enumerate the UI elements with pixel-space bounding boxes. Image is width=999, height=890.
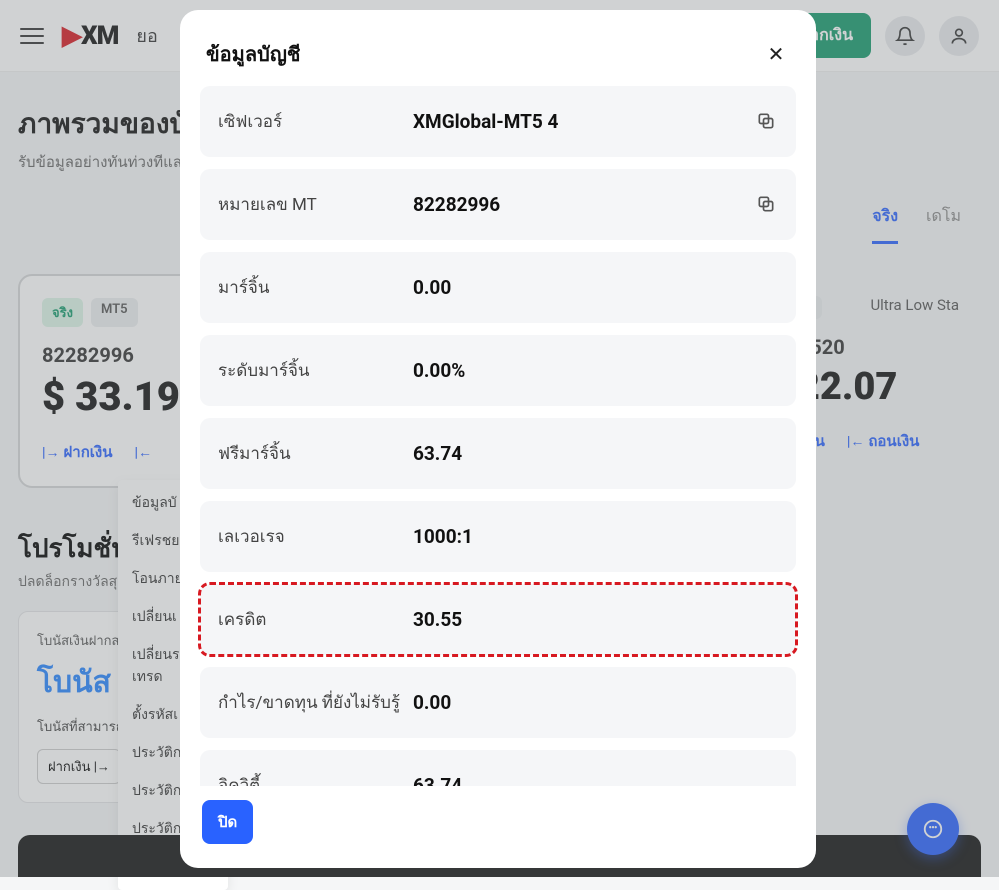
info-row: หมายเลข MT82282996 — [200, 169, 796, 240]
account-info-modal: ข้อมูลบัญชี ✕ เซิฟเวอร์XMGlobal-MT5 4 หมา… — [180, 10, 816, 868]
info-value: 0.00% — [413, 359, 465, 382]
info-value: XMGlobal-MT5 4 — [413, 110, 558, 133]
info-value: 0.00 — [413, 691, 451, 714]
info-row: เครดิต30.55 — [200, 584, 796, 655]
copy-icon[interactable] — [756, 111, 778, 133]
info-label: กำไร/ขาดทุน ที่ยังไม่รับรู้ — [218, 689, 413, 716]
info-label: หมายเลข MT — [218, 191, 413, 218]
close-button[interactable]: ปิด — [202, 800, 253, 844]
info-label: ระดับมาร์จิ้น — [218, 357, 413, 384]
info-label: อิควิตี้ — [218, 772, 413, 786]
info-row: ฟรีมาร์จิ้น63.74 — [200, 418, 796, 489]
info-value: 82282996 — [413, 193, 500, 216]
info-label: มาร์จิ้น — [218, 274, 413, 301]
info-label: เลเวอเรจ — [218, 523, 413, 550]
info-value: 1000:1 — [413, 525, 473, 548]
info-value: 63.74 — [413, 774, 462, 786]
modal-title: ข้อมูลบัญชี — [206, 38, 300, 70]
info-label: ฟรีมาร์จิ้น — [218, 440, 413, 467]
info-list: เซิฟเวอร์XMGlobal-MT5 4 หมายเลข MT8228299… — [198, 86, 798, 786]
info-value: 30.55 — [413, 608, 462, 631]
info-row: ระดับมาร์จิ้น0.00% — [200, 335, 796, 406]
info-row: อิควิตี้63.74 — [200, 750, 796, 786]
info-label: เครดิต — [218, 606, 413, 633]
close-icon[interactable]: ✕ — [762, 40, 790, 68]
info-row: มาร์จิ้น0.00 — [200, 252, 796, 323]
copy-icon[interactable] — [756, 194, 778, 216]
info-value: 0.00 — [413, 276, 451, 299]
info-label: เซิฟเวอร์ — [218, 108, 413, 135]
info-value: 63.74 — [413, 442, 462, 465]
info-row: เลเวอเรจ1000:1 — [200, 501, 796, 572]
info-row: กำไร/ขาดทุน ที่ยังไม่รับรู้0.00 — [200, 667, 796, 738]
info-row: เซิฟเวอร์XMGlobal-MT5 4 — [200, 86, 796, 157]
